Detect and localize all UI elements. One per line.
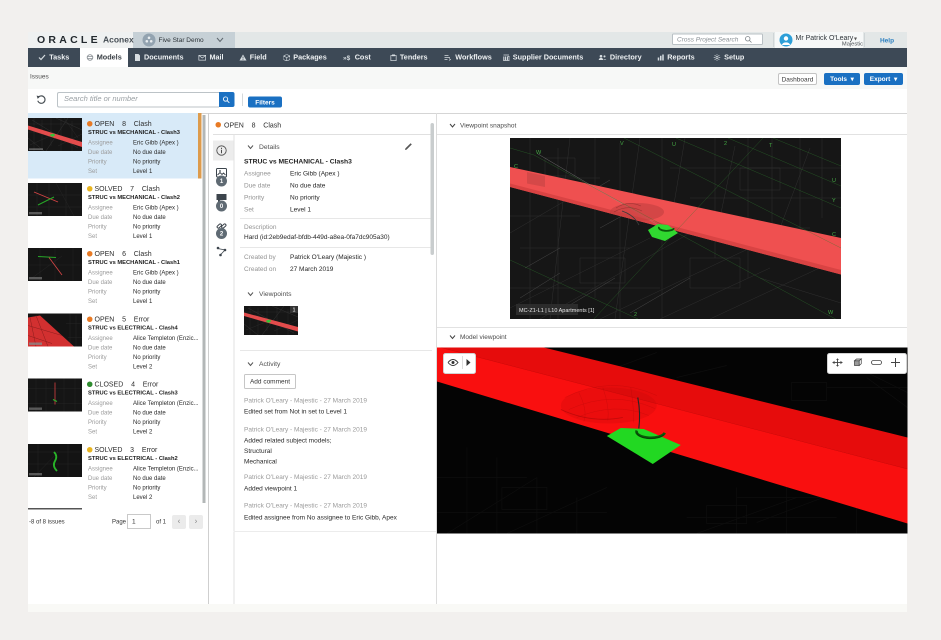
svg-text:V: V	[620, 141, 624, 147]
svg-text:W: W	[536, 150, 542, 156]
svg-text:C: C	[832, 232, 836, 238]
svg-text:MC-Z1-L1 | L10 Apartments [1]: MC-Z1-L1 | L10 Apartments [1]	[519, 308, 595, 314]
svg-text:W: W	[828, 310, 834, 316]
svg-text:Y: Y	[832, 198, 836, 204]
svg-text:»$: »$	[343, 55, 351, 61]
svg-text:U: U	[832, 178, 836, 184]
svg-text:2: 2	[634, 312, 637, 318]
svg-text:1: 1	[292, 308, 295, 314]
svg-text:2: 2	[724, 141, 727, 147]
svg-text:C: C	[514, 164, 518, 170]
svg-text:U: U	[672, 142, 676, 148]
